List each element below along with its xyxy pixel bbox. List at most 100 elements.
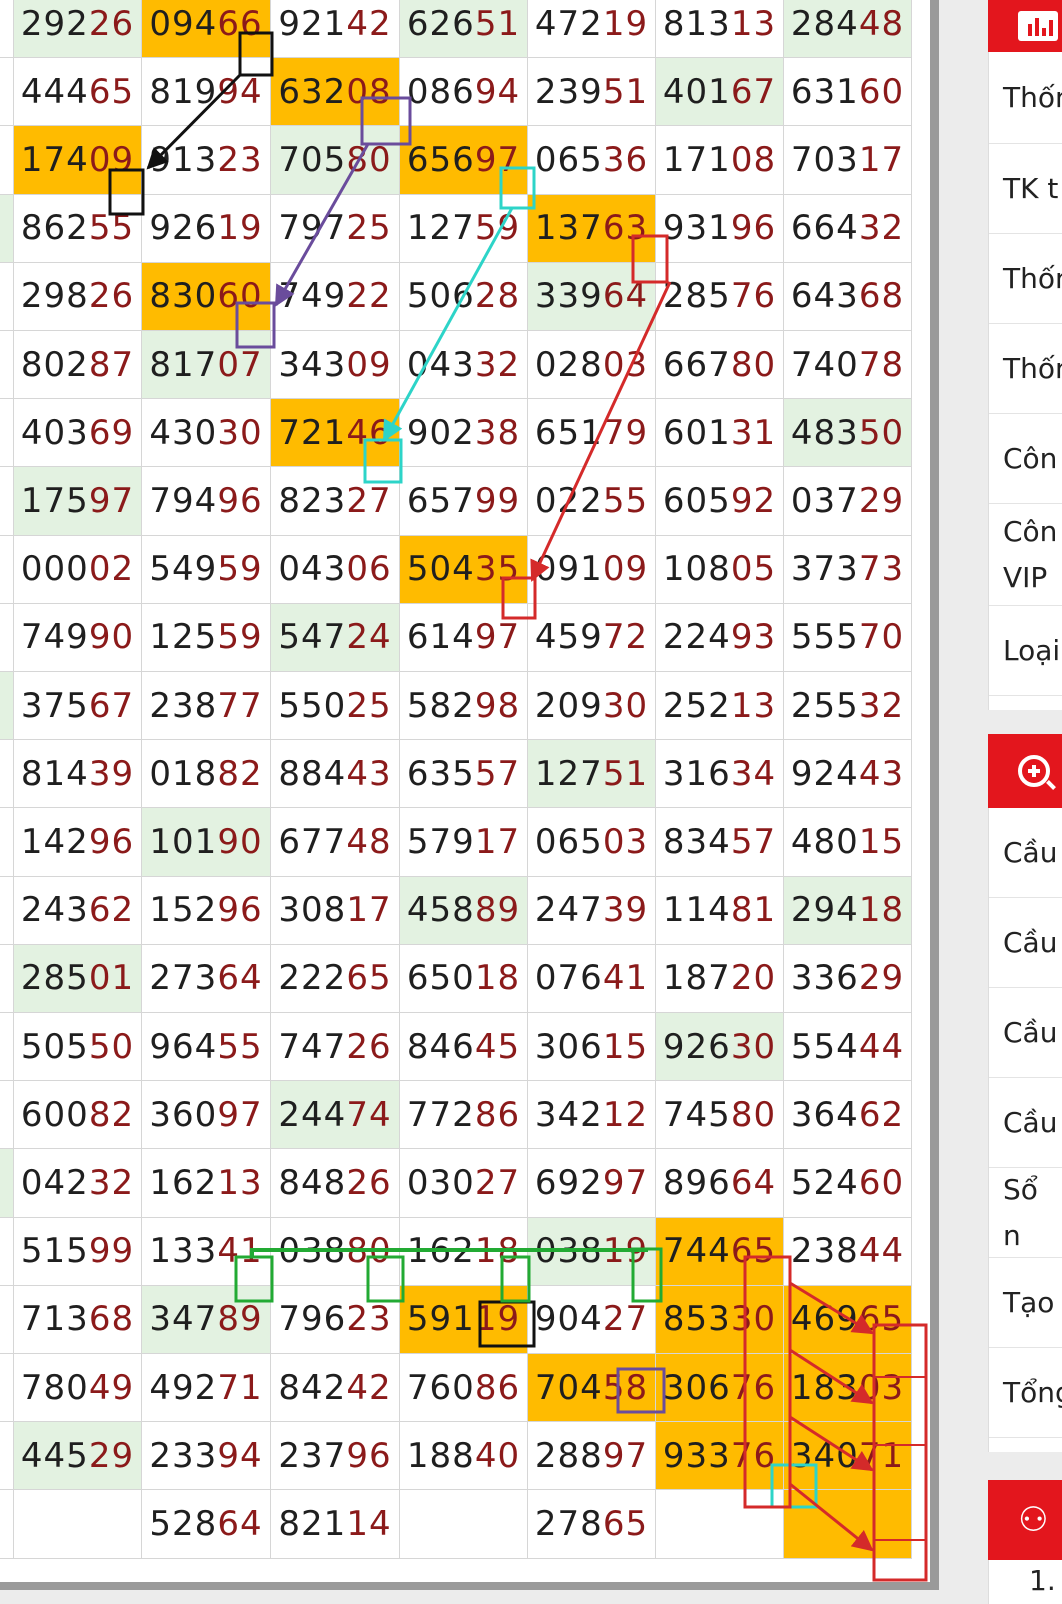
table-cell: 065 03 — [528, 808, 656, 877]
cell-number-head: 342 — [534, 1094, 603, 1135]
table-cell: 747 26 — [271, 1013, 400, 1082]
table-edge-cell — [0, 944, 14, 1013]
cell-number-tail: 43 — [858, 753, 905, 794]
cell-number-head: 547 — [278, 617, 347, 658]
cell-number-head: 292 — [20, 3, 89, 44]
sidebar-menu-item[interactable]: Thốn — [989, 52, 1062, 144]
stats-header[interactable] — [988, 0, 1062, 52]
cell-number-head: 524 — [790, 1162, 859, 1203]
cell-number-tail: 23 — [346, 1299, 392, 1340]
sidebar-menu-item[interactable]: Sổ n — [989, 1168, 1062, 1258]
cell-number-head: 651 — [534, 412, 603, 453]
sidebar-menu-item[interactable]: Cầu — [989, 808, 1062, 898]
table-cell: 796 23 — [271, 1285, 400, 1354]
table-cell: 605 92 — [656, 467, 784, 536]
cell-number-tail: 06 — [346, 549, 392, 590]
table-cell — [784, 1490, 912, 1559]
table-cell: 705 80 — [271, 126, 400, 195]
cell-number-tail: 09 — [346, 344, 392, 385]
sidebar-menu-item[interactable]: Thốn — [989, 234, 1062, 324]
table-cell: 133 41 — [142, 1217, 271, 1286]
cell-number-head: 904 — [534, 1299, 603, 1340]
cell-number-head: 222 — [278, 958, 347, 999]
cell-number-head: 101 — [149, 821, 218, 862]
cell-number-head: 459 — [534, 617, 603, 658]
table-cell: 651 79 — [528, 399, 656, 468]
table-cell: 347 89 — [142, 1285, 271, 1354]
cell-number-tail: 50 — [88, 1026, 135, 1067]
cell-number-head: 237 — [278, 1435, 347, 1476]
table-cell: 591 19 — [400, 1285, 528, 1354]
cell-number-head: 780 — [20, 1367, 89, 1408]
cell-number-tail: 36 — [602, 139, 649, 180]
cell-number-tail: 32 — [858, 208, 905, 249]
table-cell: 306 76 — [656, 1354, 784, 1423]
cell-number-tail: 71 — [858, 1435, 905, 1476]
cell-number-head: 555 — [790, 617, 859, 658]
sidebar-menu-item[interactable]: Cầu — [989, 1078, 1062, 1168]
table-cell: 022 55 — [528, 467, 656, 536]
cell-number-head: 444 — [20, 71, 89, 112]
sidebar-menu-item[interactable]: Cầu — [989, 898, 1062, 988]
cell-number-head: 022 — [534, 480, 603, 521]
cell-number-tail: 08 — [346, 71, 392, 112]
sidebar-menu-item[interactable]: Côn VIP — [989, 504, 1062, 606]
cell-number-tail: 09 — [602, 549, 649, 590]
table-cell: 626 51 — [400, 0, 528, 59]
table-edge-cell — [0, 603, 14, 672]
table-cell — [400, 1490, 528, 1559]
cell-number-tail: 96 — [346, 1435, 392, 1476]
cell-number-head: 749 — [20, 617, 89, 658]
cell-number-tail: 13 — [730, 3, 777, 44]
cell-number-tail: 51 — [602, 753, 649, 794]
table-edge-cell — [0, 808, 14, 877]
table-cell: 862 55 — [14, 194, 142, 263]
table-cell: 278 65 — [528, 1490, 656, 1559]
sidebar-menu-item[interactable]: Côn — [989, 414, 1062, 504]
cell-number-head: 483 — [790, 412, 859, 453]
zoom-in-icon — [1018, 755, 1056, 790]
table-cell: 127 59 — [400, 194, 528, 263]
cell-number-head: 817 — [149, 344, 218, 385]
cell-number-tail: 76 — [730, 1367, 777, 1408]
sidebar-menu-item[interactable]: Loại — [989, 606, 1062, 696]
cell-number-head: 108 — [662, 549, 731, 590]
cell-number-head: 760 — [406, 1367, 475, 1408]
cell-number-head: 162 — [149, 1162, 218, 1203]
table-cell: 547 24 — [271, 603, 400, 672]
cell-number-tail: 65 — [602, 1503, 649, 1544]
table-cell: 744 65 — [656, 1217, 784, 1286]
table-cell: 043 06 — [271, 535, 400, 604]
cell-number-tail: 99 — [88, 1231, 135, 1272]
sidebar-menu-item[interactable]: Thốn — [989, 324, 1062, 414]
cell-number-tail: 94 — [474, 71, 521, 112]
cell-number-tail: 48 — [346, 821, 392, 862]
table-cell: 030 27 — [400, 1149, 528, 1218]
cell-number-head: 239 — [534, 71, 603, 112]
cell-number-head: 187 — [662, 958, 731, 999]
cell-number-tail: 96 — [217, 480, 263, 521]
cell-number-tail: 99 — [474, 480, 521, 521]
sidebar-menu-item[interactable]: Cầu — [989, 988, 1062, 1078]
cell-number-head: 255 — [790, 685, 859, 726]
cell-number-head: 175 — [20, 480, 89, 521]
sidebar-menu-item[interactable]: Tạo — [989, 1258, 1062, 1348]
cell-number-tail: 79 — [602, 412, 649, 453]
cell-number-tail: 17 — [346, 890, 392, 931]
cell-number-tail: 90 — [217, 821, 263, 862]
table-cell: 459 72 — [528, 603, 656, 672]
cell-number-head: 127 — [406, 208, 475, 249]
cell-number-head: 819 — [149, 71, 218, 112]
cell-number-tail: 03 — [602, 821, 649, 862]
bridge-header[interactable] — [988, 734, 1062, 808]
cell-number-head: 152 — [149, 890, 218, 931]
cell-number-head: 243 — [20, 890, 89, 931]
table-cell: 152 96 — [142, 876, 271, 945]
cell-number-head: 749 — [278, 276, 347, 317]
users-header[interactable]: ⚇ — [988, 1480, 1062, 1560]
sidebar-menu-item[interactable]: Tổng — [989, 1348, 1062, 1438]
cell-number-head: 458 — [406, 890, 475, 931]
cell-number-tail: 19 — [602, 1231, 649, 1272]
sidebar-menu-item[interactable]: TK t — [989, 144, 1062, 234]
table-edge-cell — [0, 740, 14, 809]
